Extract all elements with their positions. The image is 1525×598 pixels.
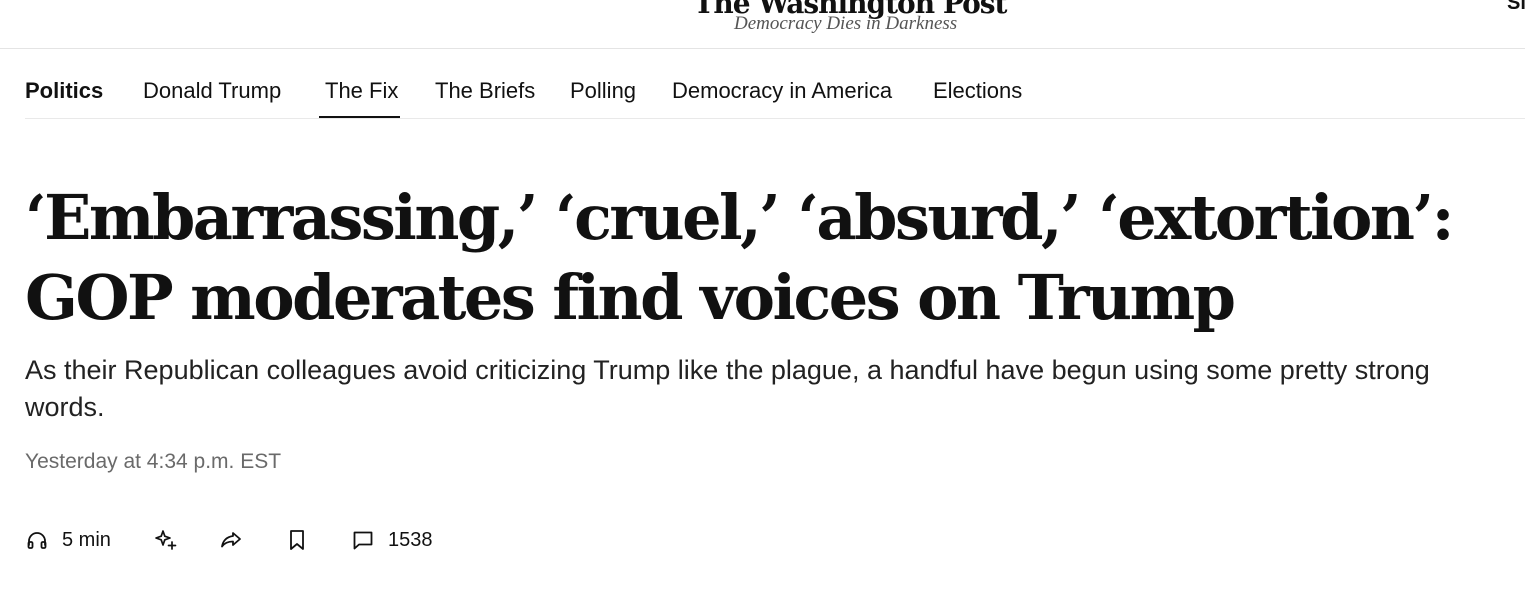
- comment-bubble-icon: [351, 528, 375, 552]
- nav-section-politics[interactable]: Politics: [25, 78, 103, 104]
- summary-button[interactable]: [154, 526, 178, 554]
- share-arrow-icon: [219, 528, 243, 552]
- headphones-icon: [25, 528, 49, 552]
- sign-in-button[interactable]: Sign in: [1507, 0, 1525, 15]
- nav-item-democracy-in-america[interactable]: Democracy in America: [672, 78, 892, 104]
- article-timestamp: Yesterday at 4:34 p.m. EST: [25, 450, 282, 473]
- nav-item-the-briefs[interactable]: The Briefs: [435, 78, 535, 104]
- active-tab-underline: [319, 116, 400, 118]
- site-tagline: Democracy Dies in Darkness: [734, 13, 958, 34]
- listen-button[interactable]: 5 min: [25, 526, 111, 554]
- listen-duration: 5 min: [62, 528, 111, 551]
- nav-item-elections[interactable]: Elections: [933, 78, 1022, 104]
- comments-count: 1538: [388, 528, 433, 551]
- nav-item-the-fix[interactable]: The Fix: [325, 78, 398, 104]
- nav-item-donald-trump[interactable]: Donald Trump: [143, 78, 281, 104]
- masthead: The Washington Post Democracy Dies in Da…: [0, 0, 1525, 49]
- save-button[interactable]: [286, 526, 308, 554]
- section-subnav: Politics Donald Trump The Fix The Briefs…: [25, 49, 1525, 119]
- comments-button[interactable]: 1538: [351, 526, 433, 554]
- article-dek: As their Republican colleagues avoid cri…: [25, 355, 1430, 422]
- nav-item-polling[interactable]: Polling: [570, 78, 636, 104]
- bookmark-icon: [286, 528, 308, 552]
- share-button[interactable]: [219, 526, 243, 554]
- sparkle-icon: [154, 528, 178, 552]
- article-headline: ‘Embarrassing,’ ‘cruel,’ ‘absurd,’ ‘exto…: [25, 181, 1454, 334]
